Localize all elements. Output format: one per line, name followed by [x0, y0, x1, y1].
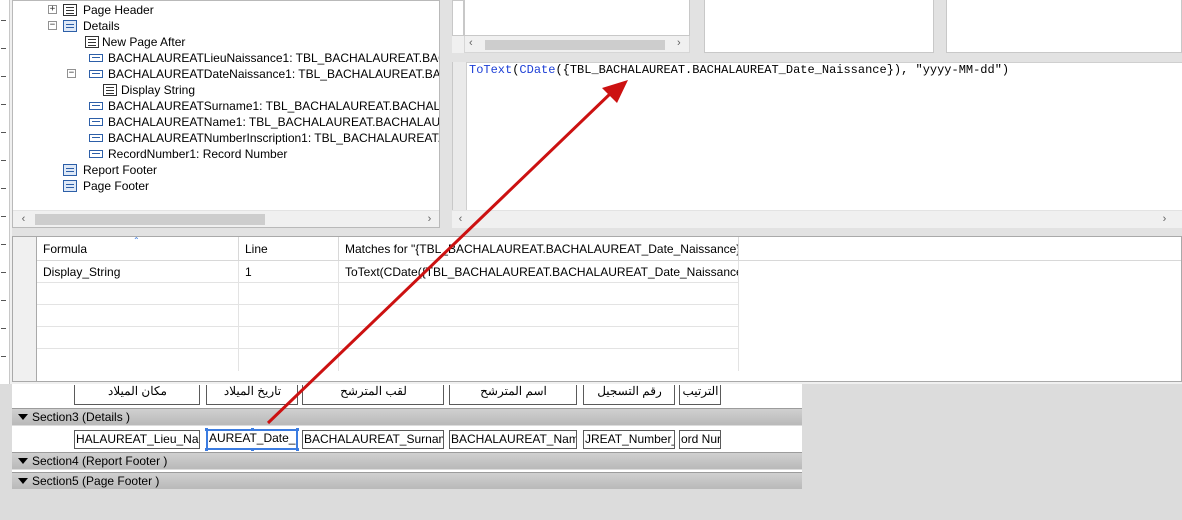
annotation-arrow-overlay — [266, 80, 628, 425]
annotation-arrow-line — [266, 90, 614, 425]
